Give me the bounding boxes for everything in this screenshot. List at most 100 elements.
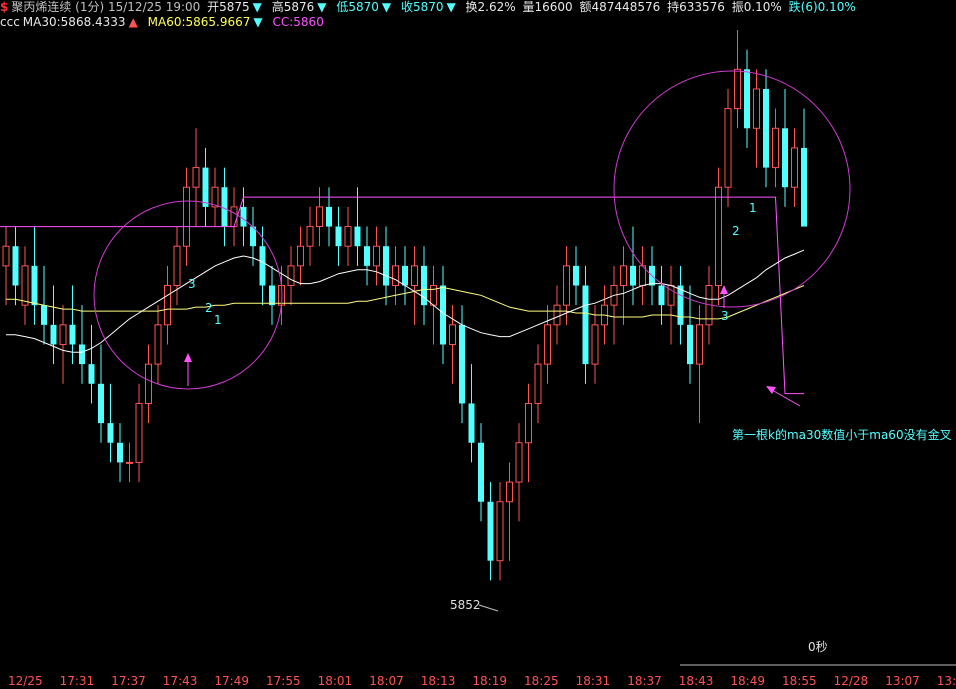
candle xyxy=(373,226,380,286)
candle-body xyxy=(269,285,275,306)
candlestick-chart[interactable]: 3 2 1 1 2 3 5852 第一根k的ma30数值小于ma60没有金叉 0… xyxy=(0,0,956,689)
candle-body xyxy=(515,442,523,483)
x-tick-label: 12/28 xyxy=(834,674,869,688)
candle-body xyxy=(791,147,798,188)
candle-body xyxy=(335,226,342,247)
arrow-up-right-icon xyxy=(720,285,728,308)
candle-body xyxy=(553,304,561,326)
candle-body xyxy=(658,285,665,306)
candle xyxy=(364,226,370,286)
candle xyxy=(515,423,523,522)
candle-body xyxy=(620,265,627,287)
candle xyxy=(183,167,190,266)
x-tick-label: 18:49 xyxy=(730,674,765,688)
candle-body xyxy=(734,68,741,110)
candle-body xyxy=(326,206,332,227)
candle-body xyxy=(344,226,352,247)
candle-body xyxy=(117,442,123,463)
x-tick-label: 17:49 xyxy=(214,674,249,688)
candle-body xyxy=(478,442,484,502)
low-label-pointer xyxy=(478,604,499,612)
candle-body xyxy=(724,108,732,188)
candle-body xyxy=(411,265,418,287)
candle xyxy=(534,344,542,424)
candle-body xyxy=(591,324,599,365)
candle xyxy=(354,187,361,266)
candle xyxy=(59,305,67,384)
candle xyxy=(591,305,599,384)
candle xyxy=(734,30,741,129)
candle xyxy=(525,383,532,483)
candle-body xyxy=(306,226,314,247)
candle xyxy=(392,246,399,306)
candle xyxy=(88,324,95,404)
x-tick-label: 18:55 xyxy=(782,674,817,688)
x-tick-label: 17:55 xyxy=(266,674,301,688)
candle-body xyxy=(12,246,19,286)
x-tick-label: 18:19 xyxy=(472,674,507,688)
x-tick-label: 13:13 xyxy=(937,674,956,688)
candle-body xyxy=(297,245,304,267)
candle-body xyxy=(192,167,200,188)
candle xyxy=(240,187,247,247)
candle xyxy=(211,167,219,227)
x-tick-label: 13:07 xyxy=(885,674,920,688)
candle xyxy=(287,246,295,306)
x-tick-label: 12/25 xyxy=(8,674,43,688)
candle-body xyxy=(287,265,295,287)
candle-body xyxy=(31,265,38,306)
candle xyxy=(496,482,504,581)
candle-body xyxy=(230,206,238,228)
candle xyxy=(696,305,703,424)
left-number-3: 3 xyxy=(188,277,196,291)
candle-body xyxy=(135,402,143,463)
candle-body xyxy=(21,265,29,306)
candle-body xyxy=(801,147,807,227)
candle xyxy=(344,206,352,266)
candle-body xyxy=(630,265,636,286)
candle xyxy=(421,246,427,325)
x-tick-label: 17:43 xyxy=(163,674,198,688)
candle-body xyxy=(107,423,114,443)
candle-body xyxy=(88,364,95,384)
candle xyxy=(126,442,133,483)
candle-body xyxy=(744,69,750,129)
candle-body xyxy=(364,246,370,266)
candle-body xyxy=(69,324,76,345)
right-number-3: 3 xyxy=(721,309,729,323)
candle-body xyxy=(164,285,171,326)
candle xyxy=(31,226,38,325)
candle-body xyxy=(41,305,47,325)
arrow-pointer-icon xyxy=(766,386,801,407)
candle-body xyxy=(487,501,494,561)
candle-body xyxy=(763,88,769,168)
candle-body xyxy=(50,324,57,345)
candle-body xyxy=(468,403,475,443)
candle xyxy=(667,265,675,345)
annotation-note: 第一根k的ma30数值小于ma60没有金叉 xyxy=(732,427,952,442)
x-tick-label: 17:37 xyxy=(111,674,146,688)
candle-body xyxy=(544,324,551,365)
candle xyxy=(117,423,123,483)
candle-body xyxy=(459,324,465,404)
candle xyxy=(383,226,389,306)
candle xyxy=(50,285,57,365)
x-tick-label: 17:31 xyxy=(60,674,95,688)
candle xyxy=(12,226,19,306)
candle xyxy=(2,226,10,306)
candle-body xyxy=(98,383,104,424)
candle-body xyxy=(126,461,133,464)
candle xyxy=(553,285,561,345)
candle xyxy=(98,344,104,443)
candle xyxy=(107,383,114,463)
arrow-up-left-icon xyxy=(184,353,192,386)
candle xyxy=(440,265,446,365)
candle-body xyxy=(402,265,408,286)
candle xyxy=(202,147,209,227)
candle xyxy=(772,108,779,188)
candle-body xyxy=(183,186,190,247)
candle xyxy=(468,364,475,463)
candle xyxy=(221,167,228,247)
candle-body xyxy=(79,344,85,365)
candle-body xyxy=(240,206,247,227)
